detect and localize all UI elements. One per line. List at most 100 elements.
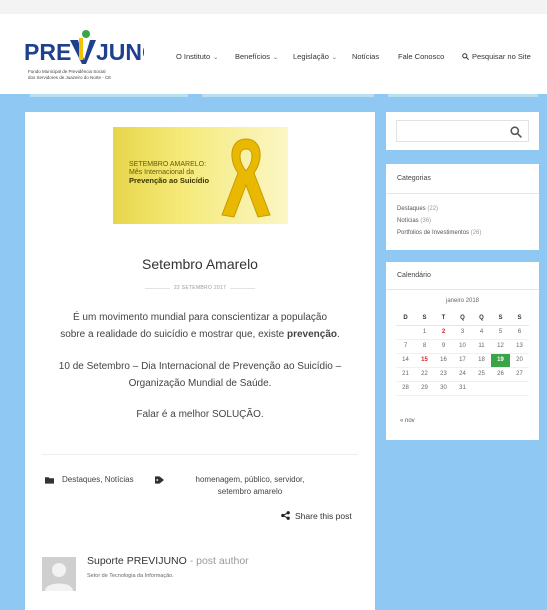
paragraph1-bold: prevenção (286, 329, 338, 340)
calendar-weekday: S (415, 311, 434, 326)
sidebar-search-widget (386, 112, 539, 150)
calendar-weekday: S (510, 311, 529, 326)
chevron-down-icon: ⌄ (213, 55, 219, 61)
site-header: PRE JUNO Fundo Municipal de Previdência … (0, 14, 547, 94)
calendar-title: Calendário (397, 272, 431, 279)
nav-item-beneficios[interactable]: Benefícios ⌄ (235, 52, 278, 61)
calendar-week: 7 8 9 10 11 12 13 (396, 339, 529, 354)
paragraph2-line2: Organização Mundial de Saúde. (128, 378, 272, 389)
tags-line1[interactable]: homenagem, público, servidor, (175, 474, 325, 486)
calendar-month: janeiro 2018 (445, 298, 480, 304)
sidebar-search-input[interactable] (396, 120, 529, 142)
author-description: Setor de Tecnologia da Informação. (87, 573, 174, 579)
calendar-empty-cell (510, 381, 529, 396)
chevron-down-icon: ⌄ (331, 55, 337, 61)
calendar-days: 1 2 3 4 5 6 7 8 9 10 11 12 13 14 15 16 17 18 19 20 21 22 23 24 2… (396, 325, 529, 396)
calendar-empty-cell (472, 381, 491, 396)
post-article: SETEMBRO AMARELO: Mês Internacional da P… (25, 112, 375, 610)
post-paragraph-3: Falar é a melhor SOLUÇÃO. (136, 409, 264, 420)
header-accent-bar (0, 94, 547, 98)
calendar-day: 28 (396, 381, 415, 396)
nav-search-link[interactable]: Pesquisar no Site (462, 52, 531, 61)
nav-item-legislacao[interactable]: Legislação ⌄ (293, 52, 337, 61)
calendar-day: 7 (396, 339, 415, 354)
post-title[interactable]: Setembro Amarelo (25, 256, 375, 272)
sidebar-categories-widget: Categorias Destaques (22) Notícias (36) … (386, 164, 539, 250)
search-icon[interactable] (510, 126, 522, 138)
calendar-day: 17 (453, 353, 472, 368)
calendar-weekday: Q (453, 311, 472, 326)
calendar-day: 11 (472, 339, 491, 354)
post-featured-image[interactable]: SETEMBRO AMARELO: Mês Internacional da P… (113, 127, 288, 224)
calendar-day[interactable]: 15 (415, 353, 434, 368)
calendar-day: 25 (472, 367, 491, 382)
main-nav: O Instituto ⌄ Benefícios ⌄ Legislação ⌄ Not… (0, 52, 547, 64)
calendar-day-today: 19 (491, 353, 510, 368)
calendar-day: 10 (453, 339, 472, 354)
nav-item-fale-conosco[interactable]: Fale Conosco (398, 52, 444, 61)
category-link-portfolios[interactable]: Portfolios de Investimentos (26) (397, 230, 481, 236)
accent-segment (30, 94, 188, 97)
paragraph1-line2: sobre a realidade do suicídio e mostrar … (60, 329, 340, 340)
tags-line2[interactable]: setembro amarelo (175, 486, 325, 498)
calendar-day: 20 (510, 353, 529, 368)
widget-divider (386, 193, 539, 194)
calendar-week: 21 22 23 24 25 26 27 (396, 367, 529, 382)
widget-divider (386, 289, 539, 290)
share-icon (281, 511, 290, 520)
category-link-destaques[interactable]: Destaques (22) (397, 206, 438, 212)
post-tags[interactable]: homenagem, público, servidor, setembro a… (175, 474, 325, 498)
author-name[interactable]: Suporte PREVIJUNO - post author (87, 555, 249, 567)
calendar-week: 123456 (396, 325, 529, 340)
calendar-day: 16 (434, 353, 453, 368)
calendar-day: 8 (415, 339, 434, 354)
sidebar-calendar-widget: Calendário janeiro 2018 DSTQQSS 12345678… (386, 262, 539, 440)
post-date: 22 SETEMBRO 2017 (25, 285, 375, 291)
accent-segment (202, 94, 374, 97)
tag-icon (155, 476, 164, 484)
calendar-day: 13 (510, 339, 529, 354)
author-role: - post author (186, 555, 249, 567)
user-silhouette-icon (45, 563, 73, 591)
calendar-day: 4 (472, 325, 491, 340)
calendar-day: 1 (415, 325, 434, 340)
calendar-day: 6 (510, 325, 529, 340)
calendar-weekday: D (396, 311, 415, 326)
post-meta-divider (42, 454, 358, 455)
calendar-weekday: T (434, 311, 453, 326)
yellow-ribbon-icon (221, 138, 271, 218)
nav-item-noticias[interactable]: Notícias (352, 52, 379, 61)
calendar-prev-link[interactable]: « nov (400, 418, 415, 424)
nav-item-instituto[interactable]: O Instituto ⌄ (176, 52, 218, 61)
post-paragraph-2: 10 de Setembro – Dia Internacional de Pr… (25, 358, 375, 392)
post-categories[interactable]: Destaques, Notícias (62, 474, 134, 486)
calendar-day: 21 (396, 367, 415, 382)
calendar-day[interactable]: 2 (434, 325, 453, 340)
accent-segment (388, 94, 538, 97)
calendar-day: 12 (491, 339, 510, 354)
calendar-day: 9 (434, 339, 453, 354)
categories-title: Categorias (397, 175, 431, 182)
category-link-noticias[interactable]: Notícias (36) (397, 218, 431, 224)
calendar-day: 18 (472, 353, 491, 368)
calendar-day: 23 (434, 367, 453, 382)
calendar-week: 28 29 30 31 (396, 381, 529, 396)
banner-line1: SETEMBRO AMARELO: (129, 161, 207, 168)
calendar-weekdays: DSTQQSS (396, 311, 529, 326)
calendar-day: 29 (415, 381, 434, 396)
calendar-weekday: Q (472, 311, 491, 326)
calendar-day: 22 (415, 367, 434, 382)
share-post-button[interactable]: Share this post (281, 511, 352, 521)
paragraph1-line1: É um movimento mundial para conscientiza… (72, 312, 328, 323)
calendar-table: DSTQQSS 1 2 3 4 5 6 7 8 9 10 11 12 13 14 15 16 17 18 19 20 2… (396, 311, 529, 396)
author-avatar[interactable] (42, 557, 76, 591)
calendar-day: 27 (510, 367, 529, 382)
calendar-day: 3 (453, 325, 472, 340)
banner-line3: Prevenção ao Suicídio (129, 176, 210, 185)
calendar-week: 14 15 16 17 18 19 20 (396, 353, 529, 368)
banner-text: SETEMBRO AMARELO: Mês Internacional da P… (129, 161, 209, 186)
top-strip (0, 0, 547, 14)
calendar-weekday: S (491, 311, 510, 326)
post-paragraph-1: É um movimento mundial para conscientiza… (25, 309, 375, 343)
folder-icon (45, 477, 54, 484)
